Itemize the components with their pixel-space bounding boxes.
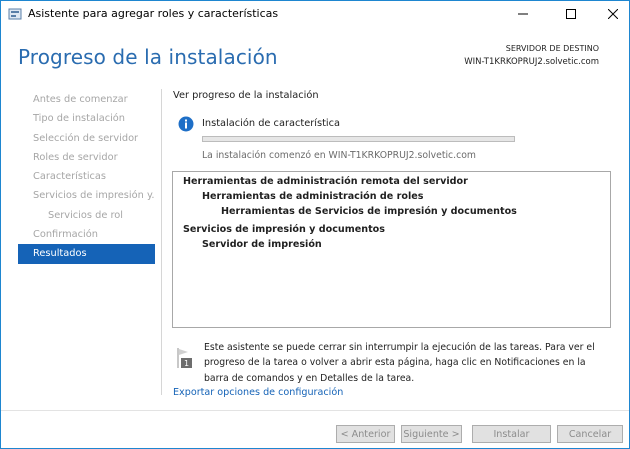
notification-badge: 1: [184, 359, 189, 368]
cancel-button[interactable]: Cancelar: [557, 425, 623, 443]
results-list[interactable]: Herramientas de administración remota de…: [172, 171, 611, 328]
footer-divider: [1, 410, 629, 411]
sidebar-item-antes-de-comenzar: Antes de comenzar: [33, 94, 128, 105]
close-icon: [608, 9, 618, 19]
info-icon: [178, 116, 194, 132]
next-button[interactable]: Siguiente >: [401, 425, 462, 443]
installation-progress-bar: [202, 136, 515, 142]
sidebar-item-resultados[interactable]: Resultados: [18, 244, 155, 264]
result-item: Herramientas de administración remota de…: [183, 176, 468, 187]
close-button[interactable]: [597, 1, 629, 27]
result-item: Herramientas de Servicios de impresión y…: [221, 206, 517, 217]
maximize-icon: [566, 9, 576, 19]
wizard-window: Asistente para agregar roles y caracterí…: [0, 0, 630, 449]
install-started-text: La instalación comenzó en WIN-T1KRKOPRUJ…: [202, 150, 476, 161]
sidebar-item-confirmacion: Confirmación: [33, 229, 98, 241]
previous-button[interactable]: < Anterior: [336, 425, 395, 443]
export-configuration-link[interactable]: Exportar opciones de configuración: [173, 387, 343, 398]
wizard-steps-sidebar: Antes de comenzar Tipo de instalación Se…: [18, 90, 155, 264]
section-title: Ver progreso de la instalación: [173, 90, 319, 101]
notification-flag-icon: 1: [177, 348, 192, 368]
result-item: Servicios de impresión y documentos: [183, 224, 385, 235]
sidebar-item-roles-de-servidor: Roles de servidor: [33, 151, 118, 163]
sidebar-item-servicios-de-impresion: Servicios de impresión y...: [33, 190, 155, 202]
sidebar-item-servicios-de-rol: Servicios de rol: [48, 209, 124, 221]
sidebar-item-tipo-de-instalacion: Tipo de instalación: [33, 113, 126, 125]
minimize-icon: [518, 13, 528, 15]
minimize-button[interactable]: [507, 1, 539, 27]
title-bar: Asistente para agregar roles y caracterí…: [1, 1, 629, 27]
server-manager-icon: [8, 8, 22, 20]
result-item: Servidor de impresión: [202, 239, 322, 250]
page-title: Progreso de la instalación: [18, 45, 278, 69]
destination-server-name: WIN-T1KRKOPRUJ2.solvetic.com: [464, 57, 599, 67]
window-title: Asistente para agregar roles y caracterí…: [28, 7, 279, 20]
maximize-button[interactable]: [555, 1, 587, 27]
sidebar-item-caracteristicas: Características: [33, 171, 107, 183]
install-button[interactable]: Instalar: [472, 425, 551, 443]
result-item: Herramientas de administración de roles: [202, 191, 424, 202]
sidebar-divider: [161, 89, 162, 395]
status-title: Instalación de característica: [202, 118, 341, 129]
close-wizard-notice: Este asistente se puede cerrar sin inter…: [204, 342, 595, 384]
destination-server-label: SERVIDOR DE DESTINO: [505, 44, 599, 53]
sidebar-item-seleccion-de-servidor: Selección de servidor: [33, 132, 139, 144]
